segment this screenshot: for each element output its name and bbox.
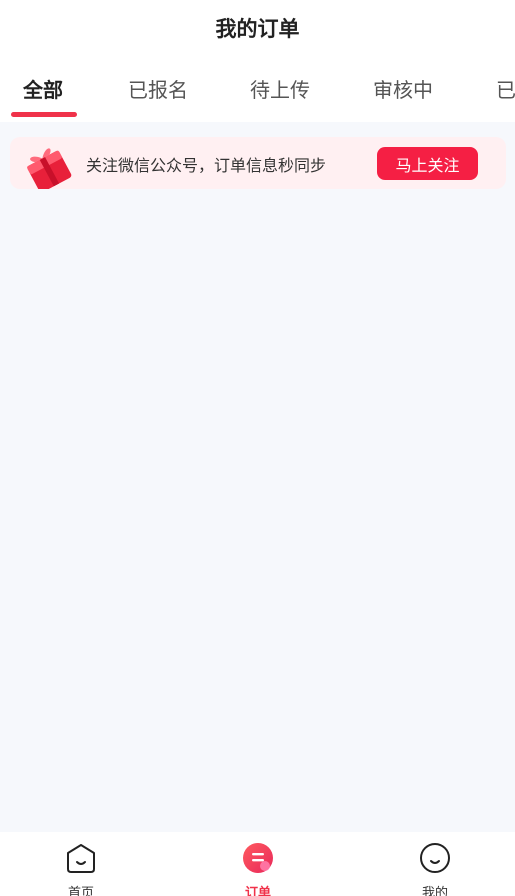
- order-list-icon: [241, 842, 275, 878]
- tab-all[interactable]: 全部: [23, 74, 63, 103]
- tabbar-item-mine[interactable]: 我的: [390, 842, 480, 896]
- tabbar-item-orders[interactable]: 订单: [213, 842, 303, 896]
- follow-now-button[interactable]: 马上关注: [377, 147, 478, 180]
- gift-icon: [18, 143, 78, 189]
- tabbar-label-home: 首页: [67, 886, 94, 896]
- tabbar-label-mine: 我的: [421, 886, 448, 896]
- banner-message: 关注微信公众号，订单信息秒同步: [86, 156, 327, 175]
- page-title: 我的订单: [215, 17, 300, 41]
- active-tab-indicator: [11, 112, 77, 117]
- order-status-tabs: 全部 已报名 待上传 审核中 已: [0, 56, 515, 122]
- tab-completed-partial[interactable]: 已: [496, 74, 515, 103]
- page-header: 我的订单: [0, 0, 515, 56]
- tab-registered[interactable]: 已报名: [128, 74, 188, 103]
- tabbar-label-orders: 订单: [244, 886, 271, 896]
- tab-pending-upload[interactable]: 待上传: [250, 74, 310, 103]
- home-face-icon: [64, 842, 98, 878]
- bottom-tab-bar: 首页 订单 我的: [0, 832, 515, 896]
- tabbar-item-home[interactable]: 首页: [36, 842, 126, 896]
- follow-wechat-banner: 关注微信公众号，订单信息秒同步 马上关注: [10, 137, 506, 189]
- profile-face-icon: [418, 842, 452, 878]
- tab-under-review[interactable]: 审核中: [373, 74, 433, 103]
